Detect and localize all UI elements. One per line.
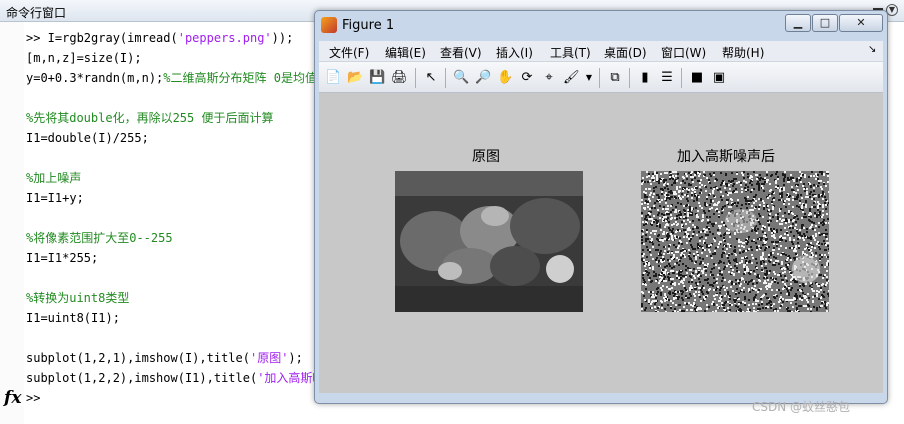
maximize-button[interactable]: □ (812, 14, 838, 32)
subplot-2-title: 加入高斯噪声后 (677, 149, 775, 165)
code-text: >> I=rgb2gray(imread( (26, 31, 178, 45)
open-icon[interactable]: 📂 (347, 70, 363, 86)
figure-toolbar: 📄 📂 💾 🖨 ↖ 🔍 🔎 ✋ ⟳ ⌖ 🖌 ▼ ⧉ ▮ ☰ ■ ▣ (319, 61, 883, 93)
show-tools-icon[interactable]: ▣ (711, 70, 727, 86)
code-line: I1=double(I)/255; (26, 131, 149, 145)
figure-menubar: 文件(F) 编辑(E) 查看(V) 插入(I) 工具(T) 桌面(D) 窗口(W… (319, 41, 883, 61)
code-text: I1=I1*255; (26, 251, 99, 265)
legend-icon[interactable]: ☰ (659, 70, 675, 86)
code-line: subplot(1,2,1),imshow(I),title('原图'); (26, 351, 303, 365)
code-text: y=0+0.3*randn(m,n); (26, 71, 164, 85)
original-grayscale-image[interactable] (395, 171, 583, 312)
code-line: I1=uint8(I1); (26, 311, 120, 325)
hide-tools-icon[interactable]: ■ (689, 70, 705, 86)
code-text: I1=I1+y; (26, 191, 84, 205)
menubar-expand-icon[interactable]: ↘ (868, 44, 876, 55)
fx-icon[interactable]: fx (4, 388, 21, 408)
code-line: %加上噪声 (26, 171, 81, 185)
code-comment: %二维高斯分布矩阵 0是均值 (163, 71, 317, 85)
code-text: I1=uint8(I1); (26, 311, 120, 325)
toolbar-separator (599, 68, 600, 88)
menu-file[interactable]: 文件(F) (329, 44, 369, 61)
command-window-title: 命令行窗口 (6, 6, 67, 20)
code-text: [m,n,z]=size(I); (26, 51, 142, 65)
link-icon[interactable]: ⧉ (607, 70, 623, 86)
code-text: ); (288, 351, 303, 365)
command-window-gutter (0, 22, 24, 424)
noisy-grayscale-image[interactable] (641, 171, 829, 312)
data-cursor-icon[interactable]: ⌖ (541, 70, 557, 86)
code-comment: %将像素范围扩大至0--255 (26, 231, 173, 245)
code-comment: %转换为uint8类型 (26, 291, 130, 305)
menu-edit[interactable]: 编辑(E) (385, 44, 426, 61)
code-line: y=0+0.3*randn(m,n);%二维高斯分布矩阵 0是均值 (26, 71, 317, 85)
code-line: %将像素范围扩大至0--255 (26, 231, 173, 245)
print-icon[interactable]: 🖨 (391, 70, 408, 86)
code-line: %先将其double化，再除以255 便于后面计算 (26, 111, 273, 125)
code-line: %转换为uint8类型 (26, 291, 129, 305)
command-prompt[interactable]: >> (26, 391, 40, 405)
colorbar-icon[interactable]: ▮ (637, 70, 653, 86)
pointer-icon[interactable]: ↖ (423, 70, 439, 86)
code-line: subplot(1,2,2),imshow(I1),title('加入高斯噪 (26, 371, 324, 385)
figure-title: Figure 1 (342, 18, 395, 33)
watermark: CSDN @蚊丝憨包 (752, 400, 851, 414)
menu-window[interactable]: 窗口(W) (661, 44, 706, 61)
zoom-in-icon[interactable]: 🔍 (453, 70, 469, 86)
code-line: >> I=rgb2gray(imread('peppers.png')); (26, 31, 293, 45)
code-line: [m,n,z]=size(I); (26, 51, 142, 65)
new-figure-icon[interactable]: 📄 (325, 70, 341, 86)
brush-dropdown-icon[interactable]: ▼ (581, 70, 597, 86)
menu-desktop[interactable]: 桌面(D) (604, 44, 647, 61)
figure-titlebar[interactable]: Figure 1 ▁ □ ✕ (315, 11, 887, 39)
code-text: subplot(1,2,1),imshow(I),title( (26, 351, 250, 365)
save-icon[interactable]: 💾 (369, 70, 385, 86)
code-text: subplot(1,2,2),imshow(I1),title( (26, 371, 258, 385)
rotate-icon[interactable]: ⟳ (519, 70, 535, 86)
code-text: )); (271, 31, 294, 45)
toolbar-separator (681, 68, 682, 88)
code-string: 'peppers.png' (177, 31, 272, 45)
figure-window[interactable]: Figure 1 ▁ □ ✕ 文件(F) 编辑(E) 查看(V) 插入(I) 工… (314, 10, 888, 404)
figure-canvas[interactable]: 原图 加入高斯噪声后 (319, 93, 883, 393)
code-line: I1=I1*255; (26, 251, 98, 265)
pan-icon[interactable]: ✋ (497, 70, 513, 86)
code-comment: %加上噪声 (26, 171, 82, 185)
menu-insert[interactable]: 插入(I) (496, 44, 533, 61)
toolbar-separator (445, 68, 446, 88)
toolbar-separator (629, 68, 630, 88)
brush-icon[interactable]: 🖌 (563, 70, 580, 86)
matlab-logo-icon (321, 17, 337, 33)
subplot-1-title: 原图 (472, 149, 500, 165)
menu-help[interactable]: 帮助(H) (722, 44, 764, 61)
zoom-out-icon[interactable]: 🔎 (475, 70, 491, 86)
code-comment: %先将其double化，再除以255 便于后面计算 (26, 111, 274, 125)
menu-tools[interactable]: 工具(T) (550, 44, 591, 61)
close-button[interactable]: ✕ (839, 14, 883, 32)
toolbar-separator (415, 68, 416, 88)
menu-view[interactable]: 查看(V) (440, 44, 482, 61)
minimize-button[interactable]: ▁ (785, 14, 811, 32)
code-text: I1=double(I)/255; (26, 131, 149, 145)
code-line: I1=I1+y; (26, 191, 84, 205)
code-string: '原图' (249, 351, 289, 365)
